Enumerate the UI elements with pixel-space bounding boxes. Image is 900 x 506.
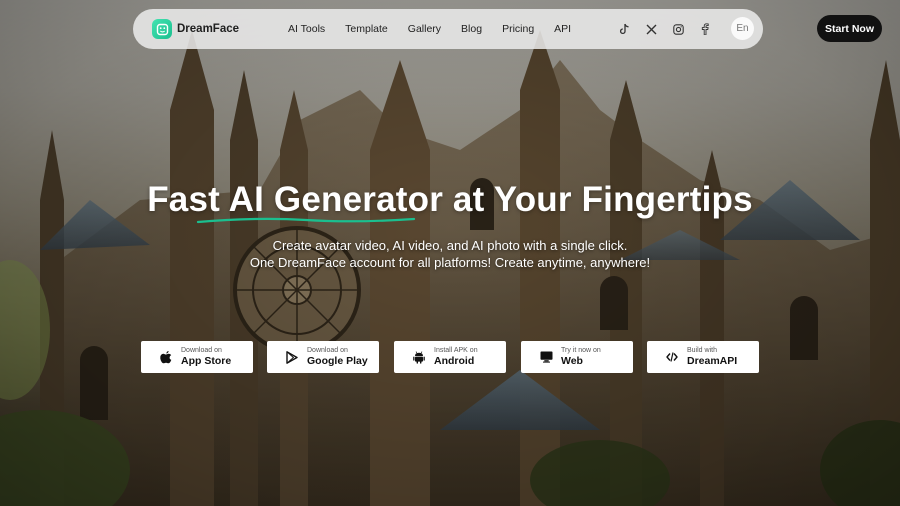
facebook-icon[interactable] — [698, 22, 712, 36]
monitor-icon — [539, 350, 553, 364]
nav-link-pricing[interactable]: Pricing — [502, 23, 534, 35]
card-label: App Store — [181, 355, 232, 367]
card-label: DreamAPI — [687, 355, 738, 367]
google-play-button[interactable]: Download on Google Play — [267, 341, 379, 373]
dreamface-logo-icon — [152, 19, 172, 39]
android-icon — [412, 350, 426, 364]
hero-subtitle-line1: Create avatar video, AI video, and AI ph… — [272, 238, 628, 253]
nav-link-api[interactable]: API — [554, 23, 571, 35]
apple-icon — [159, 350, 173, 364]
nav-link-gallery[interactable]: Gallery — [408, 23, 441, 35]
card-caption: Build with — [687, 347, 717, 354]
start-now-button[interactable]: Start Now — [817, 15, 882, 42]
code-icon — [665, 350, 679, 364]
language-selector[interactable]: En — [731, 17, 754, 40]
brand-name: DreamFace — [177, 23, 240, 35]
title-underline-decoration — [196, 217, 416, 224]
card-caption: Install APK on — [434, 347, 478, 354]
card-label: Web — [561, 355, 583, 367]
nav-link-blog[interactable]: Blog — [461, 23, 482, 35]
x-icon[interactable] — [644, 22, 658, 36]
dreamapi-button[interactable]: Build with DreamAPI — [647, 341, 759, 373]
nav-link-template[interactable]: Template — [345, 23, 388, 35]
nav-links: AI Tools Template Gallery Blog Pricing A… — [288, 9, 591, 49]
instagram-icon[interactable] — [671, 22, 685, 36]
hero-background — [0, 0, 900, 506]
android-apk-button[interactable]: Install APK on Android — [394, 341, 506, 373]
top-navigation: DreamFace AI Tools Template Gallery Blog… — [133, 9, 763, 49]
hero-title: Fast AI Generator at Your Fingertips — [147, 180, 753, 219]
card-caption: Download on — [307, 347, 348, 354]
card-label: Android — [434, 355, 475, 367]
card-label: Google Play — [307, 355, 368, 367]
hero-subtitle-line2: One DreamFace account for all platforms!… — [249, 255, 651, 270]
app-store-button[interactable]: Download on App Store — [141, 341, 253, 373]
nav-link-ai-tools[interactable]: AI Tools — [288, 23, 325, 35]
google-play-icon — [285, 350, 299, 364]
web-app-button[interactable]: Try it now on Web — [521, 341, 633, 373]
brand-logo[interactable]: DreamFace — [152, 19, 239, 39]
tiktok-icon[interactable] — [617, 22, 631, 36]
card-caption: Download on — [181, 347, 222, 354]
social-links — [617, 9, 725, 49]
background-shade — [0, 0, 900, 506]
card-caption: Try it now on — [561, 347, 601, 354]
